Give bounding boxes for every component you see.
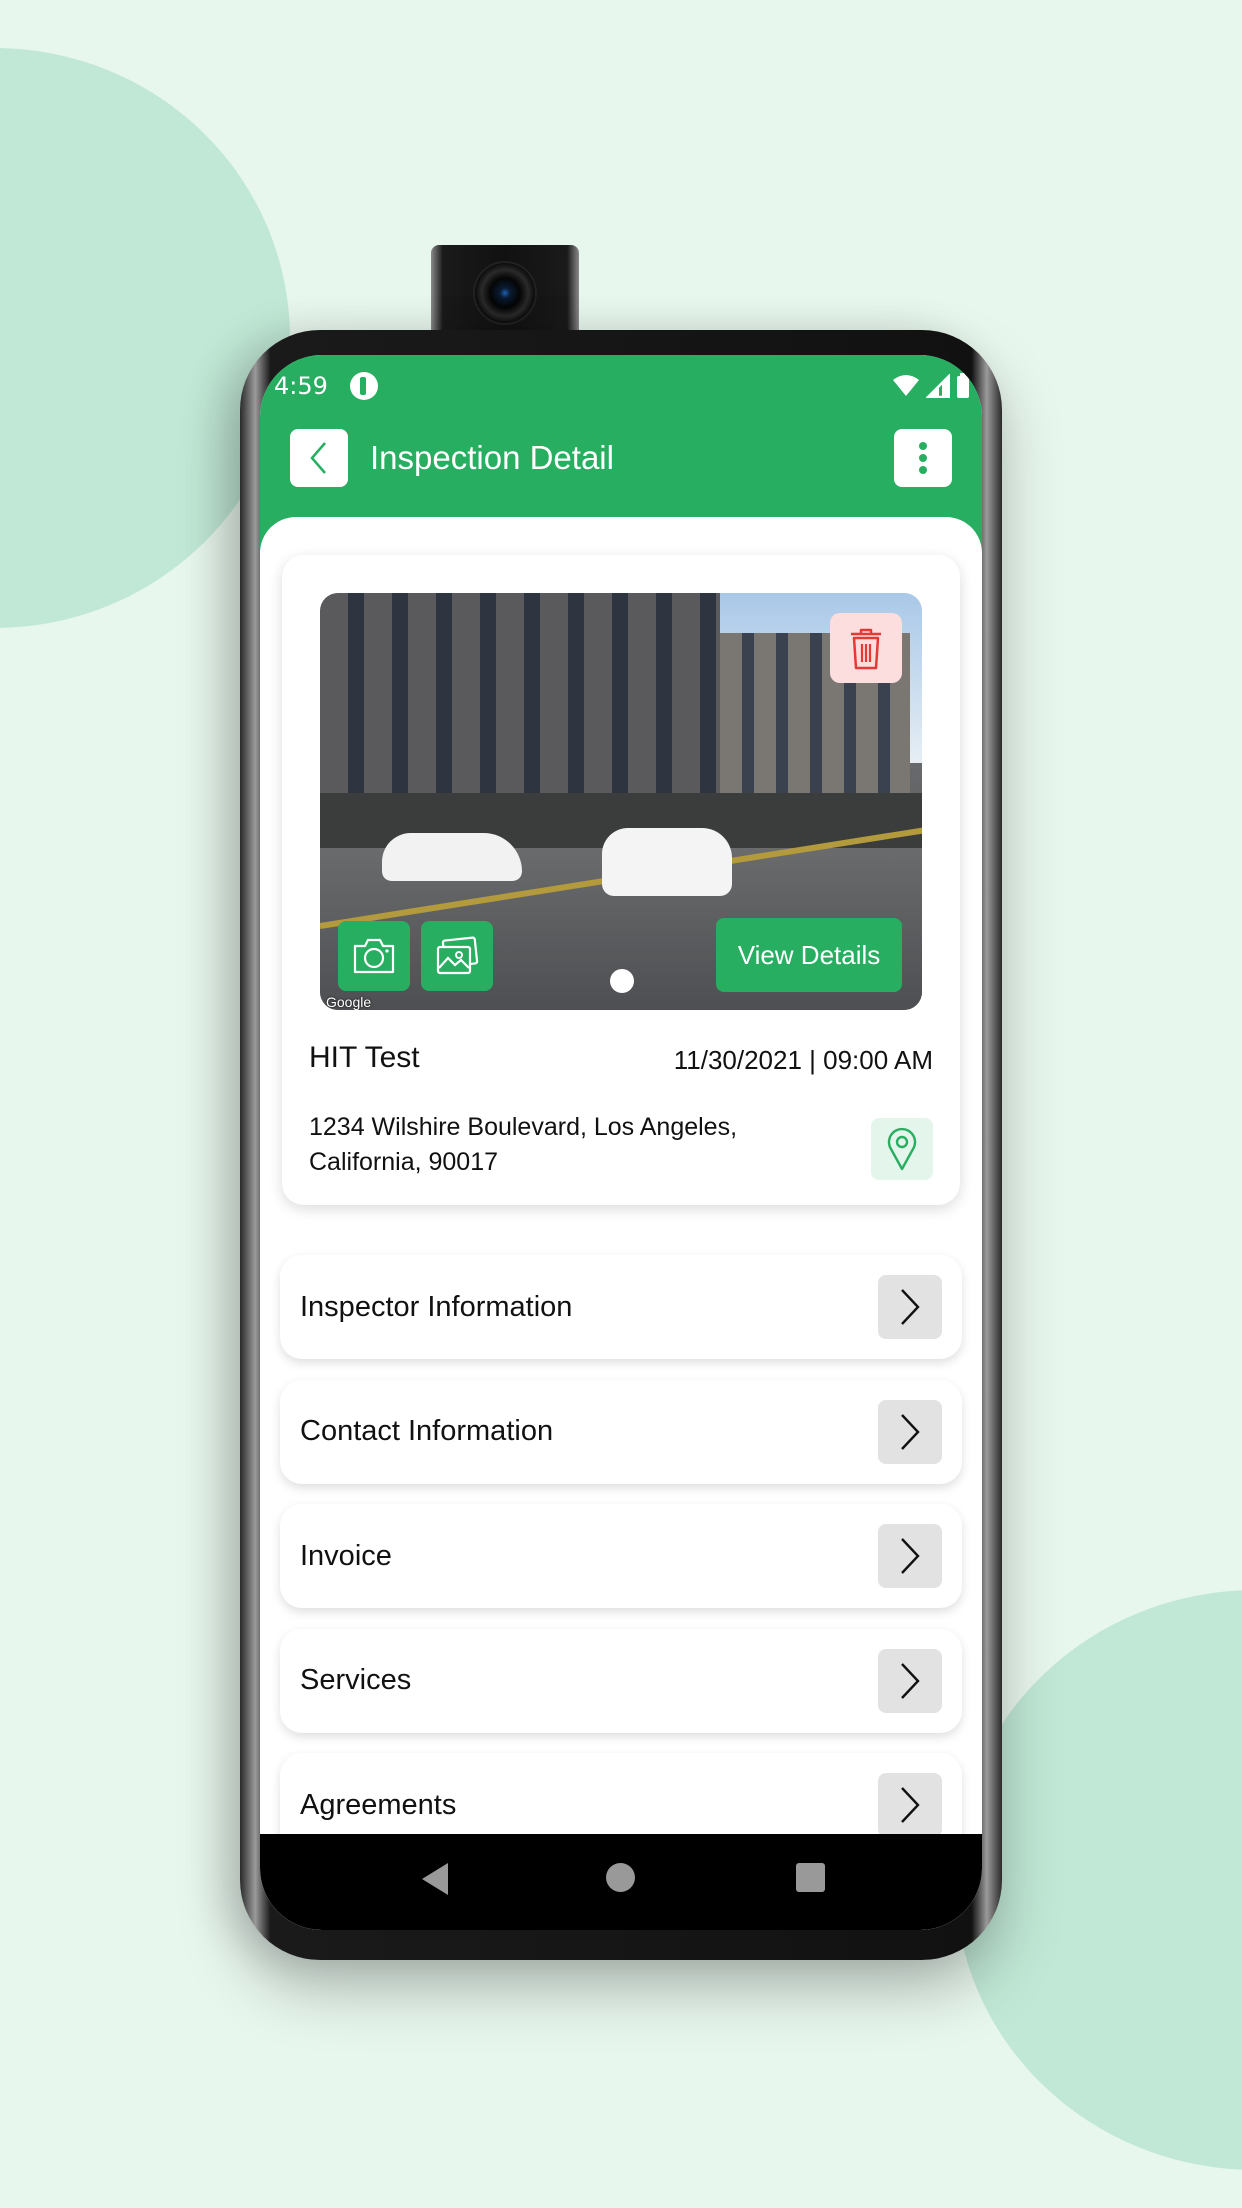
take-photo-button[interactable]: [338, 921, 410, 991]
section-services[interactable]: Services: [280, 1628, 962, 1733]
popup-camera: [431, 245, 579, 335]
trash-icon: [851, 628, 881, 670]
camera-icon: [353, 938, 395, 974]
image-gallery-icon: [436, 936, 479, 975]
camera-lens-icon: [475, 263, 535, 323]
cell-signal-icon: [926, 374, 950, 398]
chevron-right-icon: [901, 1787, 920, 1823]
nav-back-icon[interactable]: [422, 1863, 448, 1895]
inspection-name: HIT Test: [309, 1041, 420, 1074]
section-list: Inspector Information Contact Informatio…: [280, 1255, 962, 1878]
open-map-button[interactable]: [871, 1118, 933, 1180]
status-time: 4:59: [274, 372, 328, 400]
back-button[interactable]: [290, 429, 348, 487]
open-section-button[interactable]: [878, 1275, 942, 1339]
inspection-address: 1234 Wilshire Boulevard, Los Angeles, Ca…: [309, 1113, 738, 1176]
section-invoice[interactable]: Invoice: [280, 1504, 962, 1608]
section-inspector-information[interactable]: Inspector Information: [280, 1255, 962, 1359]
map-pin-icon: [887, 1127, 917, 1171]
property-photo[interactable]: Google View Details: [320, 593, 922, 1010]
carousel-dot-active[interactable]: [610, 969, 634, 993]
chevron-right-icon: [901, 1538, 920, 1574]
app-notification-icon: [349, 372, 378, 400]
section-label: Services: [300, 1664, 412, 1696]
chevron-right-icon: [901, 1289, 920, 1325]
open-section-button[interactable]: [878, 1399, 942, 1464]
nav-home-icon[interactable]: [606, 1863, 635, 1892]
section-label: Inspector Information: [300, 1290, 573, 1323]
photo-car-2: [602, 828, 732, 896]
section-label: Agreements: [300, 1788, 457, 1821]
phone-screen: 4:59 Inspection Detail Google View Detai…: [260, 355, 982, 1930]
android-nav-bar: [260, 1834, 982, 1930]
delete-photo-button[interactable]: [830, 613, 902, 683]
inspection-datetime: 11/30/2021 | 09:00 AM: [673, 1045, 933, 1075]
section-label: Contact Information: [300, 1415, 554, 1447]
section-contact-information[interactable]: Contact Information: [280, 1379, 962, 1484]
photo-building: [320, 593, 720, 823]
view-details-button[interactable]: View Details: [716, 918, 902, 992]
battery-icon: [957, 373, 969, 398]
open-section-button[interactable]: [878, 1773, 942, 1837]
gallery-button[interactable]: [421, 921, 493, 991]
section-label: Invoice: [300, 1539, 392, 1572]
chevron-left-icon: [310, 442, 326, 474]
chevron-right-icon: [901, 1662, 920, 1699]
phone-frame: 4:59 Inspection Detail Google View Detai…: [240, 330, 1002, 1960]
open-section-button[interactable]: [878, 1524, 942, 1588]
wifi-icon: [893, 375, 919, 396]
status-bar: 4:59: [260, 355, 982, 409]
open-section-button[interactable]: [878, 1648, 942, 1713]
more-vertical-icon: [919, 442, 927, 474]
toolbar: Inspection Detail: [260, 428, 982, 488]
nav-recents-icon[interactable]: [796, 1863, 825, 1892]
chevron-right-icon: [901, 1413, 920, 1450]
photo-car: [382, 833, 522, 881]
page-title: Inspection Detail: [370, 439, 614, 476]
google-watermark: Google: [326, 994, 372, 1010]
more-options-button[interactable]: [894, 429, 952, 487]
status-icons: [892, 373, 970, 399]
inspection-card: Google View Details HIT Test 11/30/2021 …: [282, 555, 960, 1205]
